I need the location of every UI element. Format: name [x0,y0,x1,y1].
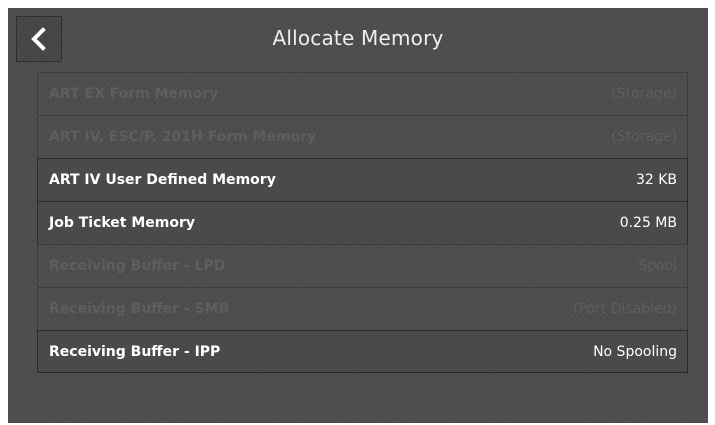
memory-settings-list: ART EX Form Memory (Storage) ART IV, ESC… [37,72,688,373]
list-item-receiving-buffer-ipp[interactable]: Receiving Buffer - IPP No Spooling [37,330,688,373]
list-item-label: Receiving Buffer - SMB [49,301,230,317]
page-title: Allocate Memory [272,26,444,50]
list-item-art-iv-escp-201h-form-memory: ART IV, ESC/P, 201H Form Memory (Storage… [37,115,688,158]
list-item-value: 32 KB [635,172,677,188]
list-item-job-ticket-memory[interactable]: Job Ticket Memory 0.25 MB [37,201,688,244]
back-button[interactable] [16,16,62,62]
list-item-art-ex-form-memory: ART EX Form Memory (Storage) [37,72,688,115]
list-item-label: ART EX Form Memory [49,86,219,102]
list-item-label: ART IV User Defined Memory [49,172,276,188]
list-item-label: ART IV, ESC/P, 201H Form Memory [49,129,317,145]
list-item-label: Job Ticket Memory [49,215,196,231]
list-item-value: Spool [638,258,677,274]
list-item-value: (Storage) [611,86,677,102]
list-item-label: Receiving Buffer - IPP [49,343,221,360]
list-item-art-iv-user-defined-memory[interactable]: ART IV User Defined Memory 32 KB [37,158,688,201]
list-item-receiving-buffer-lpd: Receiving Buffer - LPD Spool [37,244,688,287]
list-item-value: (Storage) [611,129,677,145]
chevron-left-icon [31,27,46,51]
list-item-value: 0.25 MB [619,215,677,231]
list-item-value: (Port Disabled) [573,301,677,317]
list-item-receiving-buffer-smb: Receiving Buffer - SMB (Port Disabled) [37,287,688,330]
allocate-memory-screen: Allocate Memory ART EX Form Memory (Stor… [8,8,708,423]
list-item-label: Receiving Buffer - LPD [49,258,226,274]
list-item-value: No Spooling [593,343,677,360]
